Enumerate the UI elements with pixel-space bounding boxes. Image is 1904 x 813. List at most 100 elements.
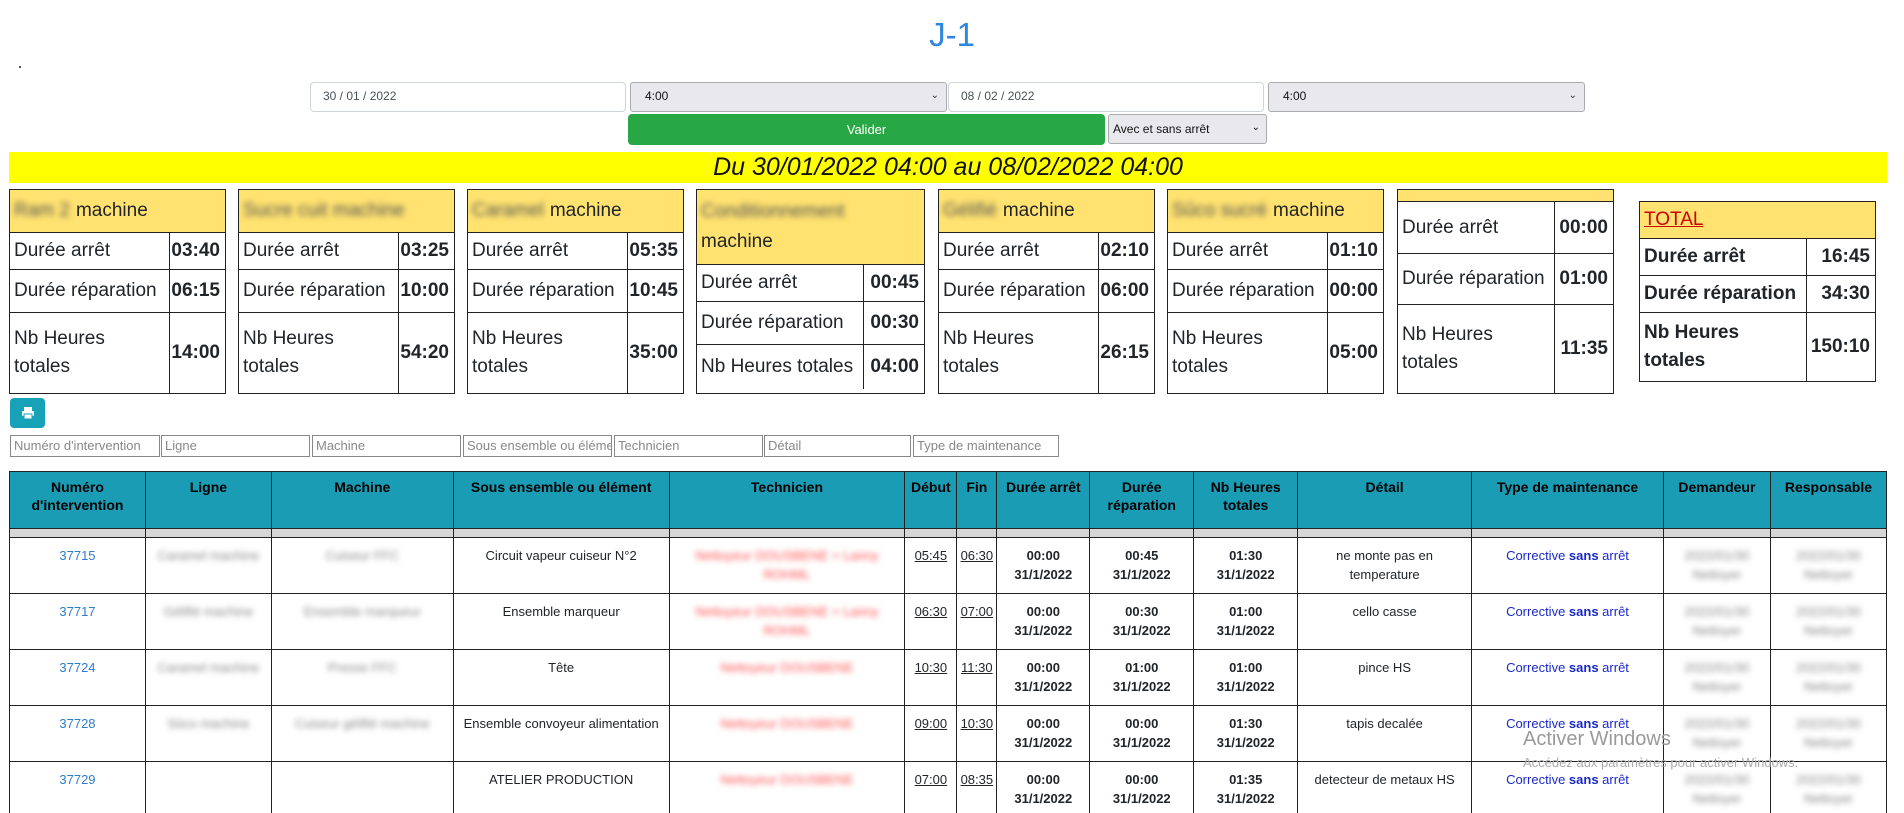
cell-detail: pince HS bbox=[1297, 649, 1473, 706]
column-header[interactable]: Durée arrêt bbox=[996, 471, 1091, 529]
machine-card: Sûco sucré machine Durée arrêt 01:10 Durée r… bbox=[1167, 189, 1384, 394]
column-header[interactable]: Détail bbox=[1297, 471, 1473, 529]
debut-link[interactable]: 05:45 bbox=[915, 548, 948, 563]
cell-fin: 06:30 bbox=[956, 537, 998, 594]
separator-cell bbox=[1297, 528, 1473, 538]
intervention-link[interactable]: 37729 bbox=[59, 772, 95, 787]
total-link[interactable]: TOTAL bbox=[1644, 209, 1703, 231]
fin-link[interactable]: 08:35 bbox=[961, 772, 994, 787]
debut-link[interactable]: 06:30 bbox=[915, 604, 948, 619]
validate-button[interactable]: Valider bbox=[628, 114, 1105, 145]
duration-date: 31/1/2022 bbox=[1216, 623, 1275, 638]
table-row[interactable]: 37717 Gélifié machine Ensemble marqueur Ens… bbox=[9, 593, 1888, 650]
debut-link[interactable]: 10:30 bbox=[915, 660, 948, 675]
cell-machine: Cuiseur FFC bbox=[270, 537, 454, 594]
table-row[interactable]: 37715 Caramel machine Cuiseur FFC Circuit v… bbox=[9, 537, 1888, 594]
cell-debut: 10:30 bbox=[904, 649, 958, 706]
arret-filter-select[interactable]: Avec et sans arrêt ⌄ bbox=[1108, 114, 1267, 144]
cell-detail: cello casse bbox=[1297, 593, 1473, 650]
filter-input[interactable]: Type de maintenance bbox=[913, 435, 1059, 457]
card-row-heures: Nb Heures totales 04:00 bbox=[697, 345, 924, 389]
start-time-select[interactable]: 4:00 ⌄ bbox=[630, 82, 947, 112]
column-header[interactable]: Responsable bbox=[1769, 471, 1888, 529]
cell-type-maintenance: Corrective sans arrêt bbox=[1471, 593, 1664, 650]
intervention-link[interactable]: 37728 bbox=[59, 716, 95, 731]
fin-link[interactable]: 06:30 bbox=[961, 548, 994, 563]
end-date-input[interactable]: 08 / 02 / 2022 bbox=[948, 82, 1264, 112]
column-header[interactable]: Début bbox=[904, 471, 958, 529]
maint-arret: arrêt bbox=[1598, 604, 1629, 619]
column-header[interactable]: Type de maintenance bbox=[1471, 471, 1664, 529]
column-header[interactable]: Durée réparation bbox=[1089, 471, 1195, 529]
duration-value: 00:45 bbox=[1125, 548, 1159, 563]
column-header[interactable]: Demandeur bbox=[1662, 471, 1771, 529]
card-label-arret: Durée arrêt bbox=[939, 233, 1099, 269]
cell-reparation: 00:30 31/1/2022 bbox=[1089, 593, 1195, 650]
header-separator bbox=[9, 528, 1888, 538]
fin-link[interactable]: 11:30 bbox=[961, 660, 993, 675]
duration-value: 00:00 bbox=[1026, 604, 1060, 619]
maint-arret: arrêt bbox=[1598, 548, 1629, 563]
column-header[interactable]: Nb Heures totales bbox=[1193, 471, 1299, 529]
cell-demandeur: 2022/01/30 Nettoyer bbox=[1662, 537, 1771, 594]
card-row-arret: Durée arrêt 03:25 bbox=[239, 233, 454, 270]
debut-link[interactable]: 07:00 bbox=[915, 772, 948, 787]
filter-input[interactable]: Ligne bbox=[161, 435, 310, 457]
printer-icon bbox=[21, 407, 34, 420]
card-value-reparation: 10:45 bbox=[629, 280, 678, 301]
filter-input[interactable]: Machine bbox=[312, 435, 461, 457]
cell-arret: 00:00 31/1/2022 bbox=[996, 593, 1091, 650]
card-value-arret: 03:40 bbox=[171, 240, 220, 261]
total-arret-label: Durée arrêt bbox=[1640, 239, 1807, 275]
total-arret-row: Durée arrêt 16:45 bbox=[1640, 239, 1875, 276]
filter-input[interactable]: Sous ensemble ou élément bbox=[463, 435, 612, 457]
cell-num: 37728 bbox=[9, 705, 146, 762]
chevron-down-icon: ⌄ bbox=[1568, 90, 1577, 101]
cell-sous-ensemble: Circuit vapeur cuiseur N°2 bbox=[452, 537, 670, 594]
column-header[interactable]: Fin bbox=[956, 471, 998, 529]
column-header[interactable]: Ligne bbox=[144, 471, 272, 529]
card-label-reparation: Durée réparation bbox=[239, 270, 399, 312]
machine-card-header: Sucre cuit machine bbox=[239, 190, 454, 233]
duration-date: 31/1/2022 bbox=[1014, 735, 1073, 750]
cell-reparation: 00:00 31/1/2022 bbox=[1089, 761, 1195, 813]
duration-value: 00:00 bbox=[1026, 548, 1060, 563]
card-row-reparation: Durée réparation 00:00 bbox=[1168, 270, 1383, 313]
card-value-heures: 35:00 bbox=[629, 342, 678, 363]
duration-date: 31/1/2022 bbox=[1112, 791, 1171, 806]
separator-cell bbox=[904, 528, 958, 538]
fin-link[interactable]: 07:00 bbox=[961, 604, 994, 619]
filter-input[interactable]: Technicien bbox=[614, 435, 763, 457]
duration-value: 00:00 bbox=[1026, 772, 1060, 787]
duration-date: 31/1/2022 bbox=[1014, 623, 1073, 638]
machine-label: machine bbox=[701, 231, 773, 252]
machine-name: Conditionnement bbox=[701, 201, 845, 222]
fin-link[interactable]: 10:30 bbox=[961, 716, 994, 731]
end-time-select[interactable]: 4:00 ⌄ bbox=[1268, 82, 1585, 112]
card-label-arret: Durée arrêt bbox=[697, 265, 864, 301]
filter-input[interactable]: Numéro d'intervention bbox=[10, 435, 160, 457]
cell-responsable: 2022/01/30 Nettoyer bbox=[1769, 593, 1888, 650]
total-reparation-value: 34:30 bbox=[1821, 283, 1870, 304]
cell-responsable: 2022/01/30 Nettoyer bbox=[1769, 537, 1888, 594]
total-arret-value: 16:45 bbox=[1821, 246, 1870, 267]
intervention-link[interactable]: 37717 bbox=[59, 604, 95, 619]
column-header[interactable]: Numéro d'intervention bbox=[9, 471, 146, 529]
card-label-reparation: Durée réparation bbox=[939, 270, 1099, 312]
filter-input[interactable]: Détail bbox=[764, 435, 911, 457]
duration-date: 31/1/2022 bbox=[1014, 567, 1073, 582]
machine-card: Durée arrêt 00:00 Durée réparation 01:00 Nb … bbox=[1397, 189, 1614, 394]
print-button[interactable] bbox=[10, 398, 45, 428]
debut-link[interactable]: 09:00 bbox=[915, 716, 948, 731]
card-label-heures: Nb Heures totales bbox=[697, 345, 864, 389]
intervention-link[interactable]: 37724 bbox=[59, 660, 95, 675]
column-header[interactable]: Machine bbox=[270, 471, 454, 529]
table-row[interactable]: 37724 Caramel machine Presse FFC Tête Nettoy… bbox=[9, 649, 1888, 706]
duration-date: 31/1/2022 bbox=[1112, 623, 1171, 638]
column-header[interactable]: Technicien bbox=[668, 471, 906, 529]
card-value-heures: 05:00 bbox=[1329, 342, 1378, 363]
intervention-link[interactable]: 37715 bbox=[59, 548, 95, 563]
column-header[interactable]: Sous ensemble ou élément bbox=[452, 471, 670, 529]
start-date-input[interactable]: 30 / 01 / 2022 bbox=[310, 82, 626, 112]
duration-value: 01:30 bbox=[1229, 548, 1263, 563]
